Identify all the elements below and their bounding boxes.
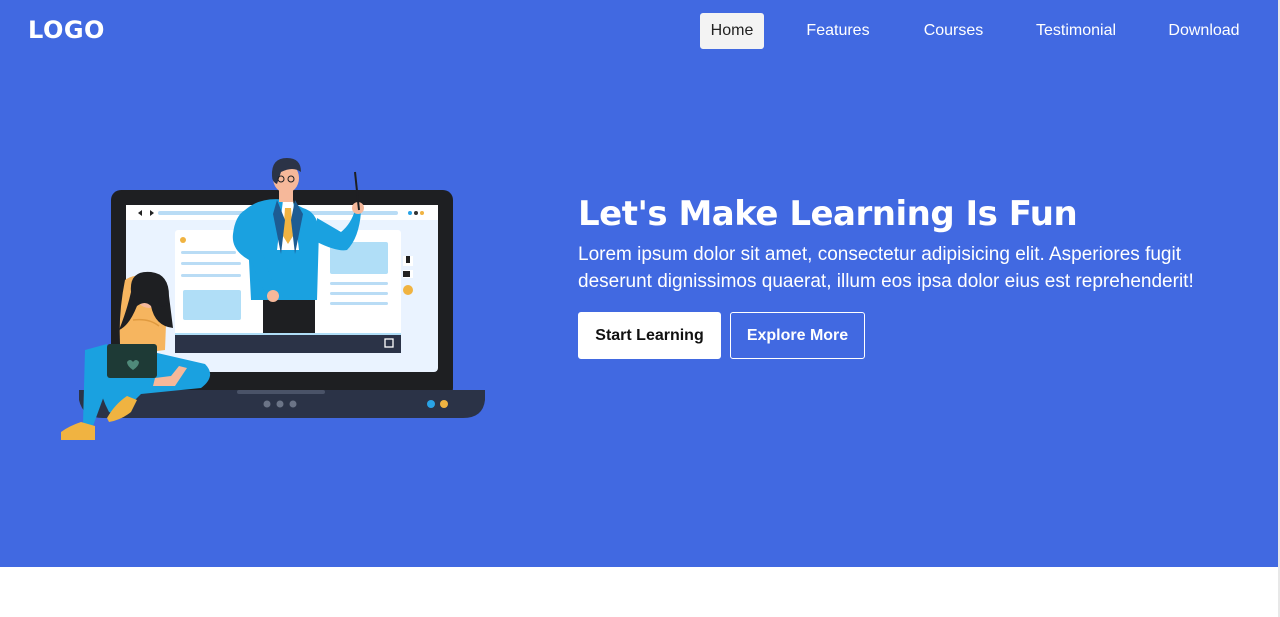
hero-description: Lorem ipsum dolor sit amet, consectetur … — [578, 244, 1194, 292]
nav-courses[interactable]: Courses — [916, 13, 991, 49]
hero-title: Let's Make Learning Is Fun — [578, 194, 1078, 234]
explore-more-button[interactable]: Explore More — [730, 312, 865, 359]
logo[interactable]: LOGO — [28, 16, 105, 44]
nav-download[interactable]: Download — [1162, 13, 1246, 49]
start-learning-button[interactable]: Start Learning — [578, 312, 721, 359]
online-learning-illustration — [61, 158, 485, 440]
nav-features[interactable]: Features — [798, 13, 878, 49]
hero-section: LOGO Home Features Courses Testimonial D… — [0, 0, 1278, 567]
nav-testimonial[interactable]: Testimonial — [1030, 13, 1122, 49]
nav-home[interactable]: Home — [700, 13, 764, 49]
